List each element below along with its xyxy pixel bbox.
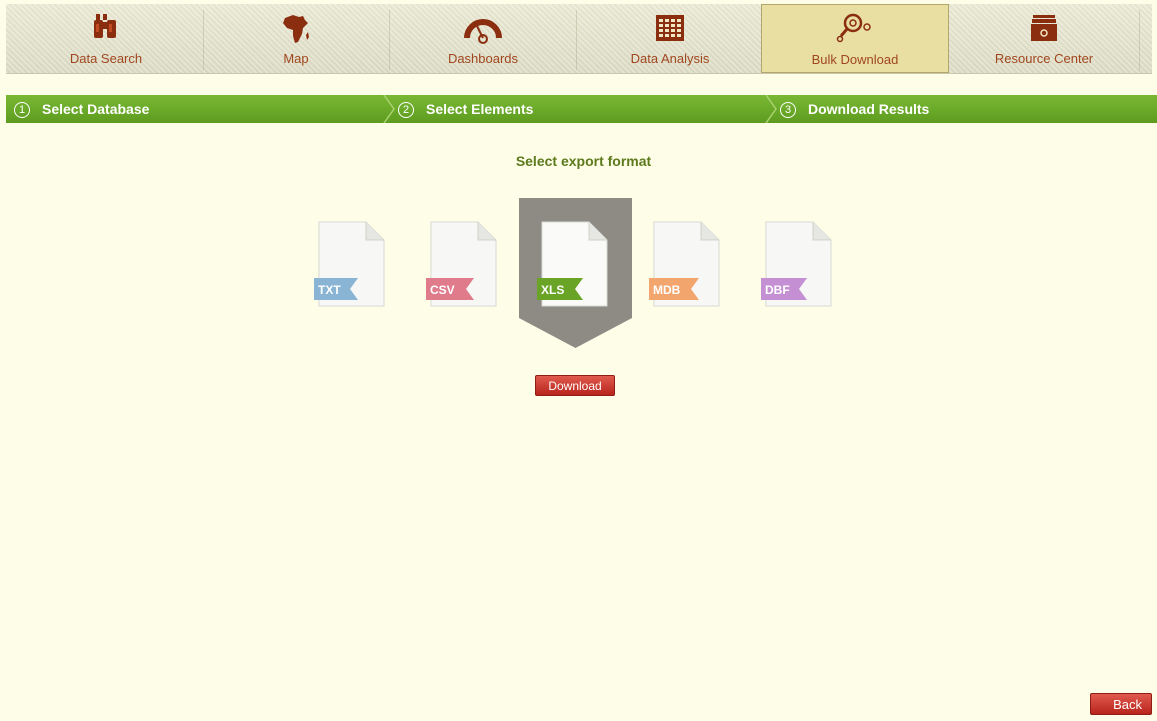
export-format-title: Select export format	[515, 153, 652, 169]
top-navigation: Data Search Map Dashboards Data Analysis…	[6, 4, 1152, 74]
nav-item-label: Bulk Download	[811, 52, 899, 67]
step-number: 1	[14, 102, 30, 118]
nav-item-label: Dashboards	[447, 51, 519, 66]
step-label: Select Database	[42, 101, 150, 117]
africa-map-icon	[281, 12, 311, 51]
format-label: MDB	[653, 283, 681, 297]
magnify-nodes-icon	[835, 13, 875, 52]
step-number: 3	[780, 102, 796, 118]
binoculars-icon	[91, 12, 121, 51]
nav-item-data-search[interactable]: Data Search	[12, 4, 200, 73]
step-separator-icon	[383, 95, 395, 123]
format-label: TXT	[318, 283, 341, 297]
format-label: CSV	[430, 283, 455, 297]
gauge-icon	[463, 12, 503, 51]
nav-item-label: Resource Center	[994, 51, 1094, 66]
format-option-csv[interactable]: CSV	[426, 220, 498, 308]
step-label: Select Elements	[426, 101, 534, 117]
format-option-mdb[interactable]: MDB	[649, 220, 721, 308]
format-option-dbf[interactable]: DBF	[761, 220, 833, 308]
step-separator-icon	[765, 95, 777, 123]
step-select-elements[interactable]: 2 Select Elements	[398, 95, 533, 123]
nav-item-label: Data Analysis	[630, 51, 710, 66]
format-label: DBF	[765, 283, 790, 297]
wizard-steps-bar: 1 Select Database 2 Select Elements 3 Downl…	[6, 95, 1157, 123]
nav-item-bulk-download[interactable]: Bulk Download	[761, 4, 949, 73]
nav-item-dashboards[interactable]: Dashboards	[389, 4, 577, 73]
nav-item-map[interactable]: Map	[202, 4, 390, 73]
step-download-results[interactable]: 3 Download Results	[780, 95, 929, 123]
step-select-database[interactable]: 1 Select Database	[14, 95, 149, 123]
step-label: Download Results	[808, 101, 930, 117]
format-label: XLS	[541, 283, 565, 297]
step-number: 2	[398, 102, 414, 118]
grid-table-icon	[654, 12, 686, 51]
archive-box-icon	[1029, 12, 1059, 51]
back-button[interactable]: Back	[1090, 693, 1152, 715]
nav-divider	[1139, 10, 1140, 70]
format-option-xls[interactable]: XLS	[537, 220, 609, 308]
nav-item-label: Data Search	[69, 51, 143, 66]
format-option-txt[interactable]: TXT	[314, 220, 386, 308]
download-button[interactable]: Download	[535, 375, 615, 396]
nav-item-resource-center[interactable]: Resource Center	[950, 4, 1138, 73]
nav-item-label: Map	[283, 51, 309, 66]
nav-item-data-analysis[interactable]: Data Analysis	[576, 4, 764, 73]
